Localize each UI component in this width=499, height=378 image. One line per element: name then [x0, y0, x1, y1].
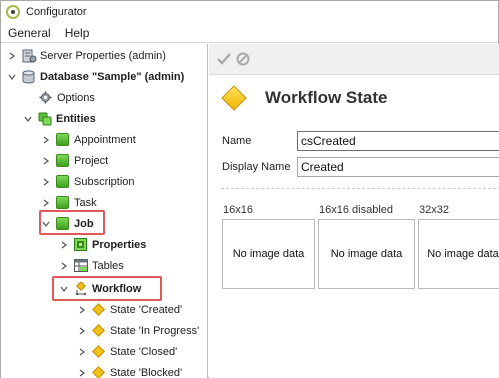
tree-label-options: Options [57, 91, 95, 104]
chevron-right-icon[interactable] [41, 198, 51, 208]
tree-item-state[interactable]: State 'Created' [77, 299, 182, 320]
cancel-icon[interactable] [235, 51, 251, 67]
tree-item-project[interactable]: Project [41, 150, 108, 171]
image-box-32[interactable]: No image data [418, 219, 499, 289]
menu-general[interactable]: General [1, 23, 58, 43]
tree-item-options[interactable]: Options [39, 87, 95, 108]
page-title: Workflow State [265, 88, 388, 107]
checkmark-icon[interactable] [216, 51, 232, 67]
image-box-16-disabled[interactable]: No image data [318, 219, 415, 289]
chevron-down-icon[interactable] [59, 284, 69, 294]
chevron-right-icon[interactable] [77, 326, 87, 336]
chevron-right-icon[interactable] [41, 135, 51, 145]
tree-label-subscription: Subscription [74, 175, 135, 188]
tree-label-properties: Properties [92, 238, 147, 251]
tree-label-server-properties: Server Properties (admin) [40, 49, 166, 62]
chevron-right-icon[interactable] [77, 305, 87, 315]
entity-icon [56, 196, 69, 209]
tree-label-state: State 'Closed' [110, 345, 178, 358]
tree-item-workflow[interactable]: Workflow [59, 278, 141, 299]
tree-item-server-properties[interactable]: Server Properties (admin) [7, 45, 166, 66]
tree-label-workflow: Workflow [92, 282, 142, 295]
app-logo-icon [6, 5, 20, 19]
configurator-window: Configurator General Help Server Propert… [0, 0, 499, 378]
tree-label-project: Project [74, 154, 109, 167]
detail-toolbar [209, 44, 499, 75]
state-diamond-icon [92, 303, 105, 316]
no-image-text: No image data [427, 248, 499, 260]
menu-help[interactable]: Help [58, 23, 97, 43]
title-bar: Configurator [1, 1, 498, 23]
entity-icon [56, 133, 69, 146]
section-divider [221, 188, 499, 189]
tree-item-database[interactable]: Database "Sample" (admin) [7, 66, 184, 87]
window-title: Configurator [26, 6, 87, 18]
tree-label-state: State 'Blocked' [110, 366, 183, 378]
chevron-down-icon[interactable] [41, 219, 51, 229]
tree-label-database: Database "Sample" (admin) [40, 70, 185, 83]
menu-bar: General Help [1, 23, 498, 43]
name-label: Name [222, 135, 252, 147]
tree-item-tables[interactable]: Tables [59, 255, 124, 276]
entity-icon [56, 154, 69, 167]
gear-icon [39, 91, 52, 104]
image-label-16-disabled: 16x16 disabled [319, 204, 394, 216]
navigation-tree[interactable]: Server Properties (admin) Database "Samp… [1, 44, 208, 378]
entities-icon [38, 112, 52, 126]
chevron-right-icon[interactable] [77, 347, 87, 357]
tree-item-job[interactable]: Job [41, 213, 94, 234]
tree-label-tables: Tables [92, 259, 124, 272]
image-label-32: 32x32 [419, 204, 449, 216]
name-field[interactable] [297, 131, 499, 151]
chevron-down-icon[interactable] [23, 114, 33, 124]
entity-icon [56, 175, 69, 188]
chevron-right-icon[interactable] [59, 261, 69, 271]
chevron-right-icon[interactable] [59, 240, 69, 250]
detail-header: Workflow State [209, 75, 499, 121]
tree-label-job: Job [74, 217, 94, 230]
chevron-right-icon[interactable] [41, 177, 51, 187]
chevron-right-icon[interactable] [77, 368, 87, 378]
tree-item-entities[interactable]: Entities [23, 108, 96, 129]
tree-item-appointment[interactable]: Appointment [41, 129, 136, 150]
state-diamond-icon [92, 324, 105, 337]
tree-label-task: Task [74, 196, 97, 209]
chevron-right-icon[interactable] [7, 51, 17, 61]
tree-item-subscription[interactable]: Subscription [41, 171, 135, 192]
tree-label-state: State 'Created' [110, 303, 183, 316]
no-image-text: No image data [232, 248, 305, 260]
properties-icon [74, 238, 87, 251]
detail-pane: Workflow State Name Display Name 16x16 1… [209, 44, 499, 378]
tree-label-state: State 'In Progress' [110, 324, 200, 337]
image-box-16[interactable]: No image data [222, 219, 315, 289]
database-icon [22, 70, 35, 84]
display-name-field[interactable] [297, 157, 499, 177]
tree-item-state[interactable]: State 'Closed' [77, 341, 177, 362]
chevron-right-icon[interactable] [41, 156, 51, 166]
tree-label-appointment: Appointment [74, 133, 136, 146]
table-icon [74, 259, 88, 272]
state-diamond-icon [92, 345, 105, 358]
image-label-16: 16x16 [223, 204, 253, 216]
tree-item-state[interactable]: State 'In Progress' [77, 320, 199, 341]
workflow-icon [74, 281, 87, 296]
server-icon [22, 49, 37, 63]
tree-label-entities: Entities [56, 112, 96, 125]
tree-item-properties[interactable]: Properties [59, 234, 146, 255]
entity-icon [56, 217, 69, 230]
display-name-label: Display Name [222, 161, 291, 173]
no-image-text: No image data [330, 248, 403, 260]
workflow-state-icon [221, 85, 247, 111]
tree-item-state[interactable]: State 'Blocked' [77, 362, 182, 378]
chevron-down-icon[interactable] [7, 72, 17, 82]
state-diamond-icon [92, 366, 105, 378]
